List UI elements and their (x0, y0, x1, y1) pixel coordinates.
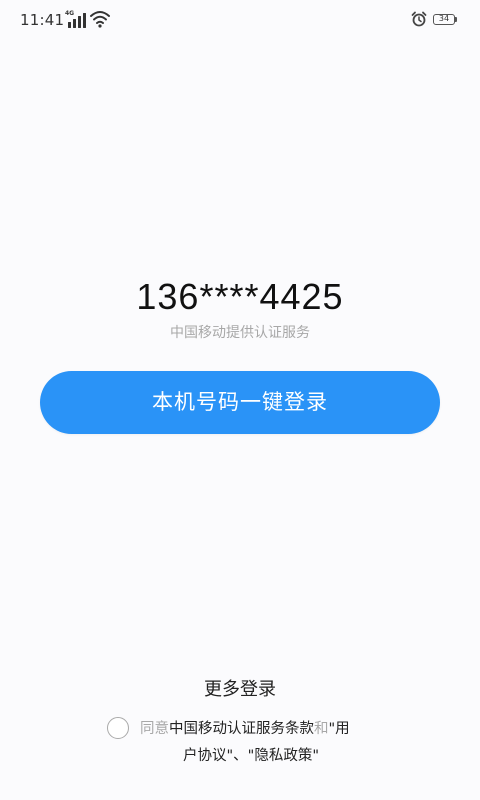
user-agreement-link-part2[interactable]: 户协议"、 (183, 748, 248, 764)
alarm-clock-icon (411, 11, 427, 27)
privacy-policy-link[interactable]: "隐私政策" (248, 748, 319, 764)
status-bar: 11:41 4G 34 (0, 0, 480, 40)
user-agreement-link-part1[interactable]: "用 (329, 721, 350, 737)
battery-level: 34 (438, 14, 450, 23)
wifi-icon (90, 11, 110, 28)
agreement-text: 同意中国移动认证服务条款和"用 户协议"、"隐私政策" (140, 716, 390, 770)
more-login-link[interactable]: 更多登录 (0, 675, 480, 701)
agreement-prefix: 同意 (140, 721, 169, 737)
battery-tip (455, 17, 457, 22)
battery-icon: 34 (433, 14, 455, 25)
agreement-and: 和 (314, 721, 329, 737)
status-time: 11:41 (20, 11, 65, 29)
masked-phone-number: 136****4425 (136, 276, 344, 317)
terms-link[interactable]: 中国移动认证服务条款 (169, 721, 314, 737)
agreement-line-2: 户协议"、"隐私政策" (140, 743, 390, 770)
network-type-label: 4G (65, 10, 75, 17)
provider-note: 中国移动提供认证服务 (170, 325, 310, 341)
agreement-checkbox[interactable] (107, 717, 129, 739)
cellular-signal-icon: 4G (65, 10, 87, 28)
one-click-login-button[interactable]: 本机号码一键登录 (40, 371, 440, 434)
